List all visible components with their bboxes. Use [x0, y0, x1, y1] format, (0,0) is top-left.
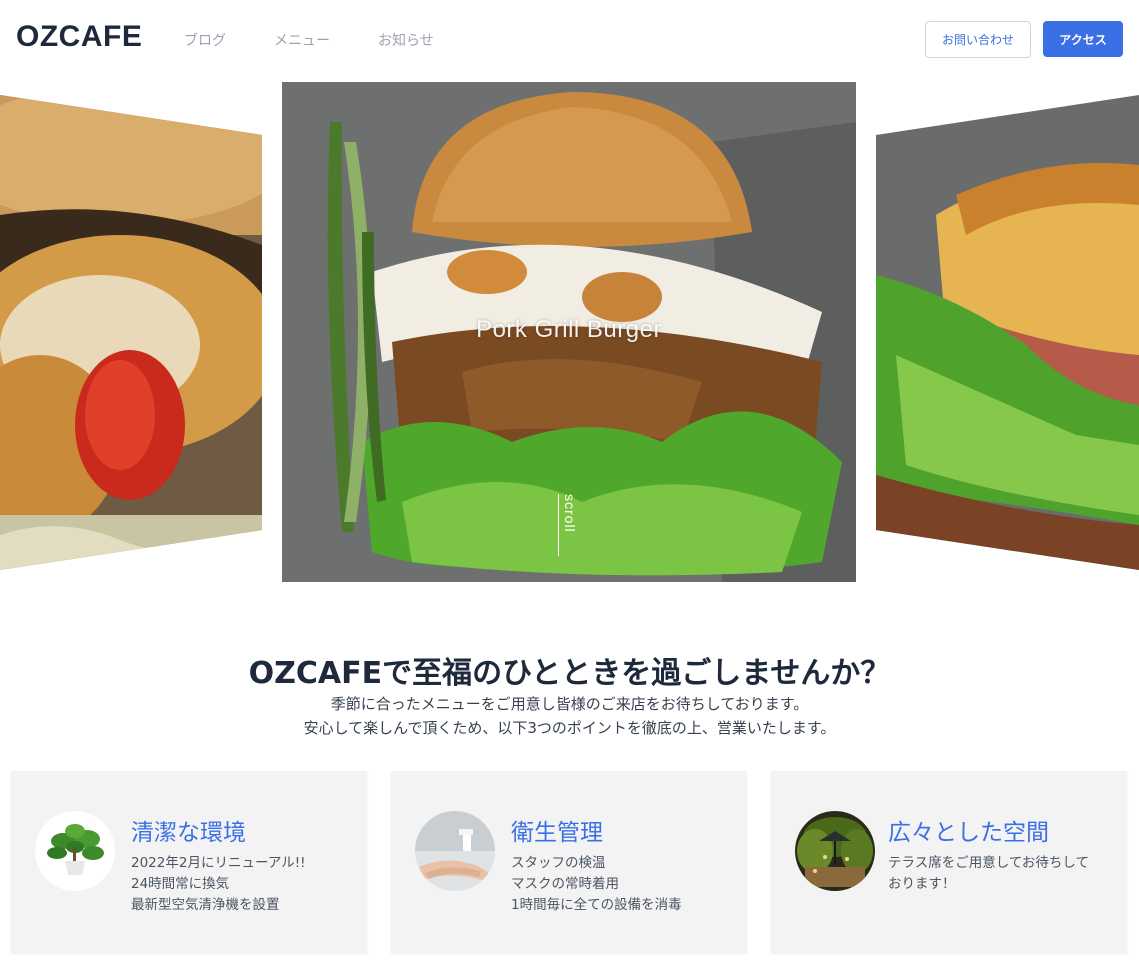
main-nav: ブログ メニュー お知らせ [184, 30, 482, 50]
feature-line: マスクの常時着用 [511, 876, 619, 892]
hero-slider[interactable]: Pork Grill Burger scroll [0, 82, 1139, 582]
feature-description: テラス席をご用意してお待ちして おります！ [888, 853, 1108, 895]
site-logo[interactable]: OZCAFE [16, 20, 142, 54]
site-header: OZCAFE ブログ メニュー お知らせ お問い合わせ アクセス [0, 0, 1139, 80]
feature-line: テラス席をご用意してお待ちして [888, 855, 1090, 871]
hand-sanitizer-icon [415, 811, 495, 891]
intro-line-1: 季節に合ったメニューをご用意し皆様のご来店をお待ちしております。 [330, 695, 809, 713]
slide-caption: Pork Grill Burger [476, 316, 662, 343]
feature-card-space: 広々とした空間 テラス席をご用意してお待ちして おります！ [771, 771, 1127, 953]
slide-previous[interactable] [0, 95, 262, 570]
intro-line-2: 安心して楽しんで頂くため、以下3つのポイントを徹底の上、営業いたします。 [303, 719, 836, 737]
access-button[interactable]: アクセス [1043, 21, 1123, 57]
feature-card-hygiene: 衛生管理 スタッフの検温 マスクの常時着用 1時間毎に全ての設備を消毒 [391, 771, 747, 953]
feature-description: 2022年2月にリニューアル!! 24時間常に換気 最新型空気清浄機を設置 [131, 853, 306, 916]
feature-line: スタッフの検温 [511, 855, 606, 871]
intro-title: OZCAFEで至福のひとときを過ごしませんか？ [248, 656, 891, 691]
feature-title: 清潔な環境 [131, 820, 246, 846]
contact-button[interactable]: お問い合わせ [925, 21, 1031, 58]
feature-title: 衛生管理 [511, 820, 603, 846]
scroll-label: scroll [562, 494, 578, 533]
nav-item-news[interactable]: お知らせ [378, 30, 434, 50]
nav-item-menu[interactable]: メニュー [274, 30, 330, 50]
feature-line: おります！ [888, 876, 956, 892]
slide-next[interactable] [876, 95, 1139, 570]
terrace-icon [795, 811, 875, 891]
feature-line: 最新型空気清浄機を設置 [131, 897, 280, 913]
feature-line: 2022年2月にリニューアル!! [131, 855, 306, 871]
slide-current[interactable]: Pork Grill Burger scroll [282, 82, 856, 582]
cutlet-sandwich-image [0, 95, 262, 570]
feature-description: スタッフの検温 マスクの常時着用 1時間毎に全ての設備を消毒 [511, 853, 682, 916]
feature-line: 1時間毎に全ての設備を消毒 [511, 897, 682, 913]
french-toast-sandwich-image [876, 95, 1139, 570]
plant-icon [35, 811, 115, 891]
scroll-arrow-icon [558, 494, 559, 556]
feature-title: 広々とした空間 [888, 820, 1049, 846]
nav-item-blog[interactable]: ブログ [184, 30, 226, 50]
feature-card-clean: 清潔な環境 2022年2月にリニューアル!! 24時間常に換気 最新型空気清浄機… [11, 771, 367, 953]
feature-line: 24時間常に換気 [131, 876, 230, 892]
scroll-indicator[interactable]: scroll [554, 494, 584, 558]
